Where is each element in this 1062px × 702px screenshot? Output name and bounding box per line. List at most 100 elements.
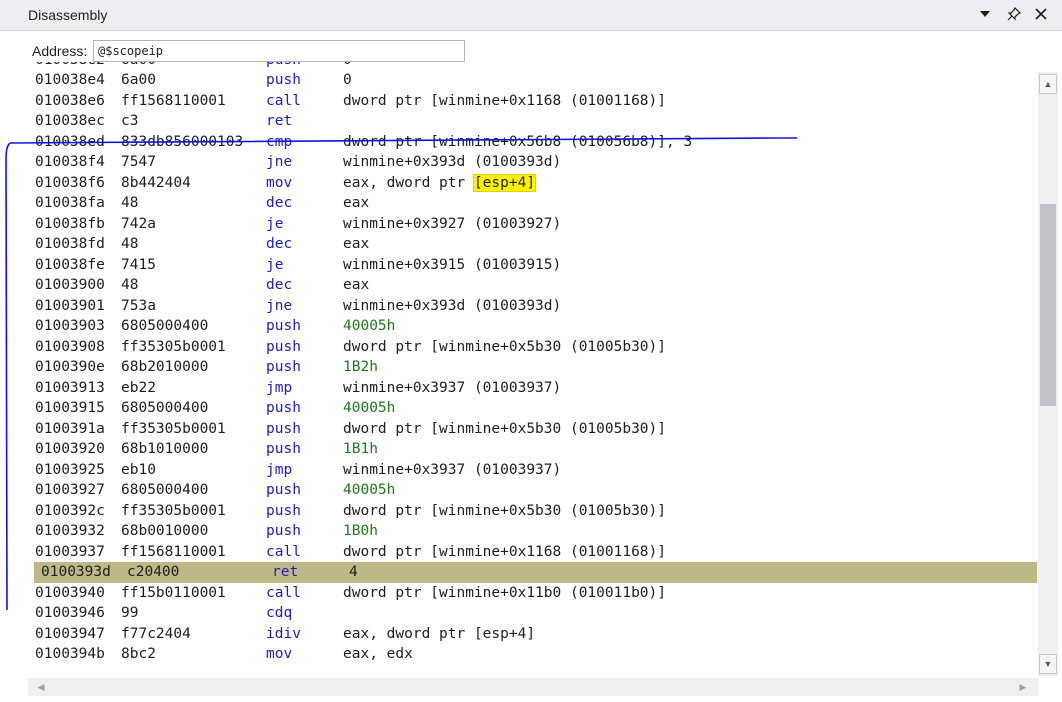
instruction-row[interactable]: 01003903 6805000400 push 40005h xyxy=(28,316,1038,337)
instruction-row[interactable]: 01003932 68b0010000 push 1B0h xyxy=(28,521,1038,542)
instruction-row[interactable]: 010038ec c3 ret xyxy=(28,111,1038,132)
instruction-row[interactable]: 01003900 48 dec eax xyxy=(28,275,1038,296)
instruction-row[interactable]: 010038fe 7415 je winmine+0x3915 (01003915) xyxy=(28,255,1038,276)
instruction-address: 010038ed xyxy=(35,133,105,150)
instruction-address: 010038f6 xyxy=(35,174,105,191)
instruction-operands: 40005h xyxy=(343,400,396,416)
instruction-address: 0100394b xyxy=(35,646,105,662)
instruction-row[interactable]: 010038fa 48 dec eax xyxy=(28,193,1038,214)
instruction-row[interactable]: 01003947 f77c2404 idiv eax, dword ptr [esp+… xyxy=(28,624,1038,645)
instruction-bytes: 6805000400 xyxy=(121,482,209,498)
instruction-mnemonic: jmp xyxy=(266,379,293,396)
instruction-row[interactable]: 01003925 eb10 jmp winmine+0x3937 (01003937) xyxy=(28,460,1038,481)
instruction-bytes: ff35305b0001 xyxy=(121,420,226,437)
instruction-row[interactable]: 010038fd 48 dec eax xyxy=(28,234,1038,255)
instruction-address: 0100393d xyxy=(41,564,111,580)
instruction-row[interactable]: 01003913 eb22 jmp winmine+0x3937 (01003937) xyxy=(28,378,1038,399)
instruction-address: 0100392c xyxy=(35,502,105,519)
instruction-address: 01003947 xyxy=(35,625,105,642)
instruction-bytes: 68b2010000 xyxy=(121,359,209,375)
instruction-row[interactable]: 010038e4 6a00 push 0 xyxy=(28,70,1038,91)
instruction-address: 010038e6 xyxy=(35,92,105,109)
instruction-operands: eax xyxy=(343,195,370,211)
instruction-row[interactable]: 0100390e 68b2010000 push 1B2h xyxy=(28,357,1038,378)
instruction-address: 010038f4 xyxy=(35,154,105,170)
instruction-address: 01003913 xyxy=(35,379,105,396)
pin-icon[interactable] xyxy=(1004,4,1024,24)
instruction-address: 010038fe xyxy=(35,256,105,273)
instruction-row[interactable]: 01003901 753a jne winmine+0x393d (0100393d) xyxy=(28,296,1038,317)
instruction-mnemonic: jne xyxy=(266,154,293,170)
instruction-row[interactable]: 01003940 ff15b0110001 call dword ptr [winmi… xyxy=(28,583,1038,604)
instruction-address: 01003908 xyxy=(35,338,105,355)
instruction-operands: eax, dword ptr [esp+4] xyxy=(343,173,537,194)
instruction-operands: dword ptr [winmine+0x1168 (01001168)] xyxy=(343,543,667,560)
scroll-up-icon[interactable]: ▲ xyxy=(1039,74,1057,94)
instruction-row[interactable]: 010038f4 7547 jne winmine+0x393d (0100393d) xyxy=(28,152,1038,173)
instruction-mnemonic: dec xyxy=(266,195,293,211)
scroll-thumb[interactable] xyxy=(1040,204,1056,406)
instruction-operands: 1B1h xyxy=(343,441,378,457)
instruction-row[interactable]: 01003946 99 cdq xyxy=(28,603,1038,624)
instruction-operands: eax, edx xyxy=(343,646,413,662)
disassembly-listing[interactable]: 010038e26a00push0010038e46a00push0010038… xyxy=(28,62,1038,676)
instruction-row[interactable]: 0100391a ff35305b0001 push dword ptr [winmi… xyxy=(28,419,1038,440)
instruction-operands: winmine+0x3915 (01003915) xyxy=(343,256,562,273)
instruction-operands: winmine+0x393d (0100393d) xyxy=(343,154,562,170)
instruction-row[interactable]: 01003937 ff1568110001 call dword ptr [winmi… xyxy=(28,542,1038,563)
instruction-bytes: 7547 xyxy=(121,154,156,170)
instruction-mnemonic: je xyxy=(266,215,284,232)
instruction-row[interactable]: 010038fb 742a je winmine+0x3927 (01003927) xyxy=(28,214,1038,235)
instruction-operands: 40005h xyxy=(343,318,396,334)
chevron-down-icon[interactable] xyxy=(975,4,995,24)
address-input[interactable] xyxy=(93,40,465,62)
instruction-mnemonic: call xyxy=(266,584,301,601)
instruction-row[interactable]: 01003920 68b1010000 push 1B1h xyxy=(28,439,1038,460)
instruction-bytes: 833db856000103 xyxy=(121,133,244,150)
instruction-bytes: 68b0010000 xyxy=(121,523,209,539)
instruction-bytes: 68b1010000 xyxy=(121,441,209,457)
highlighted-operand: [esp+4] xyxy=(472,173,537,192)
instruction-mnemonic: idiv xyxy=(266,625,301,642)
instruction-operands: winmine+0x3927 (01003927) xyxy=(343,215,562,232)
instruction-operands: winmine+0x3937 (01003937) xyxy=(343,461,562,478)
instruction-row[interactable]: 01003927 6805000400 push 40005h xyxy=(28,480,1038,501)
instruction-operands: 0 xyxy=(343,72,352,88)
instruction-address: 01003901 xyxy=(35,297,105,314)
instruction-operands: dword ptr [winmine+0x5b30 (01005b30)] xyxy=(343,338,667,355)
instruction-row[interactable]: 0100394b 8bc2 mov eax, edx xyxy=(28,644,1038,665)
scroll-right-icon[interactable]: ▶ xyxy=(1014,678,1032,696)
instruction-mnemonic: ret xyxy=(266,113,293,129)
close-icon[interactable] xyxy=(1031,4,1051,24)
instruction-operands: dword ptr [winmine+0x11b0 (010011b0)] xyxy=(343,584,667,601)
instruction-row[interactable]: 010038e2 6a00 push 0 xyxy=(28,62,1038,70)
scroll-left-icon[interactable]: ◀ xyxy=(32,678,50,696)
instruction-address: 01003920 xyxy=(35,441,105,457)
title-bar: Disassembly xyxy=(0,0,1062,31)
instruction-row[interactable]: 010038ed 833db856000103 cmp dword ptr [winm… xyxy=(28,132,1038,153)
instruction-bytes: 742a xyxy=(121,215,156,232)
scroll-down-icon[interactable]: ▼ xyxy=(1039,654,1057,674)
instruction-row[interactable]: 010038e6 ff1568110001 call dword ptr [winmi… xyxy=(28,91,1038,112)
annotation-bracket-line xyxy=(5,142,11,611)
instruction-row[interactable]: 01003908 ff35305b0001 push dword ptr [winmi… xyxy=(28,337,1038,358)
instruction-bytes: ff1568110001 xyxy=(121,543,226,560)
instruction-address: 01003932 xyxy=(35,523,105,539)
horizontal-scrollbar[interactable]: ◀ ▶ xyxy=(28,678,1038,696)
instruction-operands: 40005h xyxy=(343,482,396,498)
instruction-row[interactable]: 0100392c ff35305b0001 push dword ptr [winmi… xyxy=(28,501,1038,522)
instruction-address: 010038fd xyxy=(35,236,105,252)
instruction-row[interactable]: 01003915 6805000400 push 40005h xyxy=(28,398,1038,419)
instruction-mnemonic: push xyxy=(266,441,301,457)
instruction-row[interactable]: 010038f6 8b442404 mov eax, dword ptr [esp+4… xyxy=(28,173,1038,194)
instruction-address: 010038e4 xyxy=(35,72,105,88)
instruction-address: 0100391a xyxy=(35,420,105,437)
instruction-bytes: 753a xyxy=(121,297,156,314)
instruction-address: 010038e2 xyxy=(35,62,105,70)
instruction-mnemonic: cmp xyxy=(266,133,293,150)
instruction-operands: 4 xyxy=(349,564,358,580)
address-label: Address: xyxy=(32,43,88,59)
vertical-scrollbar[interactable]: ▲ ▼ xyxy=(1038,72,1058,676)
current-instruction-row[interactable]: 0100393d c20400 ret 4 xyxy=(34,562,1037,583)
instruction-bytes: eb10 xyxy=(121,461,156,478)
